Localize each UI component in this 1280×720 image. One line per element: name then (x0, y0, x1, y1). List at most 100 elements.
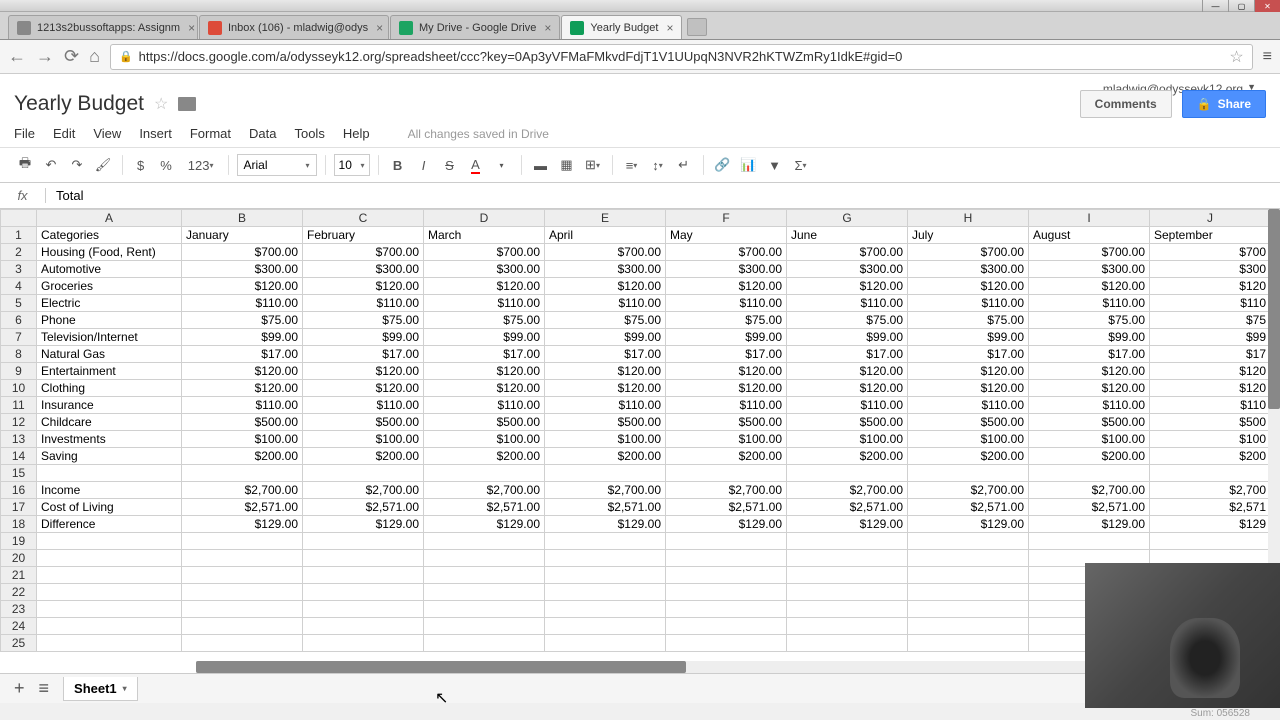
browser-tab[interactable]: Inbox (106) - mladwig@odys× (199, 15, 389, 39)
cell[interactable]: $200.00 (908, 448, 1029, 465)
row-header[interactable]: 6 (1, 312, 37, 329)
cell[interactable]: $200.00 (182, 448, 303, 465)
row-header[interactable]: 1 (1, 227, 37, 244)
cell[interactable] (303, 567, 424, 584)
cell[interactable]: March (424, 227, 545, 244)
row-header[interactable]: 23 (1, 601, 37, 618)
cell[interactable]: $99 (1150, 329, 1271, 346)
cell[interactable]: $120.00 (787, 363, 908, 380)
cell[interactable]: $500.00 (545, 414, 666, 431)
row-header[interactable]: 17 (1, 499, 37, 516)
cell[interactable] (545, 635, 666, 652)
cell[interactable]: $100.00 (303, 431, 424, 448)
row-header[interactable]: 19 (1, 533, 37, 550)
column-header[interactable]: I (1029, 210, 1150, 227)
cell[interactable] (545, 465, 666, 482)
cell[interactable]: $17.00 (1029, 346, 1150, 363)
cell[interactable] (424, 465, 545, 482)
cell[interactable]: $2,571 (1150, 499, 1271, 516)
cell[interactable]: $75.00 (787, 312, 908, 329)
cell[interactable] (666, 550, 787, 567)
cell[interactable]: $2,700.00 (182, 482, 303, 499)
cell[interactable] (182, 618, 303, 635)
cell[interactable]: $120.00 (908, 380, 1029, 397)
cell[interactable]: $75.00 (303, 312, 424, 329)
row-header[interactable]: 8 (1, 346, 37, 363)
cell[interactable]: Groceries (37, 278, 182, 295)
cell[interactable]: $100.00 (424, 431, 545, 448)
redo-icon[interactable]: ↷ (66, 154, 88, 176)
cell[interactable]: Electric (37, 295, 182, 312)
cell[interactable]: $75.00 (182, 312, 303, 329)
cell[interactable] (1150, 465, 1271, 482)
cell[interactable]: $120.00 (666, 278, 787, 295)
comments-button[interactable]: Comments (1080, 90, 1172, 118)
cell[interactable]: $17.00 (424, 346, 545, 363)
text-color-icon[interactable]: A (465, 154, 487, 176)
move-to-folder-icon[interactable] (178, 97, 196, 111)
cell[interactable] (545, 550, 666, 567)
cell[interactable]: $129.00 (1029, 516, 1150, 533)
font-size-selector[interactable]: 10▾ (334, 154, 370, 176)
borders-icon[interactable]: ▦ (556, 154, 578, 176)
menu-tools[interactable]: Tools (294, 126, 324, 141)
format-more[interactable]: 123▾ (182, 154, 220, 176)
cell[interactable]: $500.00 (303, 414, 424, 431)
row-header[interactable]: 14 (1, 448, 37, 465)
cell[interactable] (37, 601, 182, 618)
document-title[interactable]: Yearly Budget (14, 92, 144, 116)
cell[interactable] (182, 533, 303, 550)
cell[interactable]: $700.00 (787, 244, 908, 261)
cell[interactable]: $110.00 (787, 295, 908, 312)
row-header[interactable]: 18 (1, 516, 37, 533)
cell[interactable]: $200.00 (545, 448, 666, 465)
cell[interactable] (1029, 533, 1150, 550)
functions-icon[interactable]: Σ▾ (790, 154, 812, 176)
cell[interactable]: $129.00 (303, 516, 424, 533)
cell[interactable] (37, 465, 182, 482)
row-header[interactable]: 11 (1, 397, 37, 414)
cell[interactable] (424, 618, 545, 635)
cell[interactable]: $300.00 (1029, 261, 1150, 278)
cell[interactable]: August (1029, 227, 1150, 244)
cell[interactable]: $700 (1150, 244, 1271, 261)
cell[interactable] (182, 635, 303, 652)
close-tab-icon[interactable]: × (188, 21, 195, 35)
cell[interactable]: $700.00 (424, 244, 545, 261)
italic-icon[interactable]: I (413, 154, 435, 176)
cell[interactable] (303, 635, 424, 652)
format-percent[interactable]: % (154, 154, 178, 176)
cell[interactable]: $99.00 (303, 329, 424, 346)
cell[interactable]: $110.00 (545, 397, 666, 414)
cell[interactable]: $120.00 (303, 363, 424, 380)
cell[interactable] (545, 584, 666, 601)
format-currency[interactable]: $ (131, 154, 150, 176)
cell[interactable]: $2,700.00 (424, 482, 545, 499)
cell[interactable]: $120.00 (666, 380, 787, 397)
cell[interactable] (303, 618, 424, 635)
all-sheets-button[interactable]: ≡ (39, 678, 50, 699)
cell[interactable]: $110.00 (787, 397, 908, 414)
cell[interactable]: $2,700.00 (1029, 482, 1150, 499)
cell[interactable] (666, 601, 787, 618)
cell[interactable]: $500.00 (908, 414, 1029, 431)
cell[interactable]: $110.00 (908, 397, 1029, 414)
insert-link-icon[interactable]: 🔗 (712, 154, 734, 176)
menu-insert[interactable]: Insert (139, 126, 172, 141)
cell[interactable]: $2,571.00 (666, 499, 787, 516)
cell[interactable]: $17.00 (666, 346, 787, 363)
cell[interactable]: $110.00 (1029, 295, 1150, 312)
cell[interactable]: $110.00 (303, 397, 424, 414)
cell[interactable]: $99.00 (787, 329, 908, 346)
cell[interactable] (545, 533, 666, 550)
cell[interactable]: $120.00 (545, 363, 666, 380)
row-header[interactable]: 10 (1, 380, 37, 397)
cell[interactable] (908, 567, 1029, 584)
chrome-menu-icon[interactable]: ≡ (1263, 48, 1272, 66)
cell[interactable]: Income (37, 482, 182, 499)
column-header[interactable]: H (908, 210, 1029, 227)
cell[interactable]: $120 (1150, 363, 1271, 380)
cell[interactable] (37, 618, 182, 635)
cell[interactable] (424, 584, 545, 601)
undo-icon[interactable]: ↶ (40, 154, 62, 176)
